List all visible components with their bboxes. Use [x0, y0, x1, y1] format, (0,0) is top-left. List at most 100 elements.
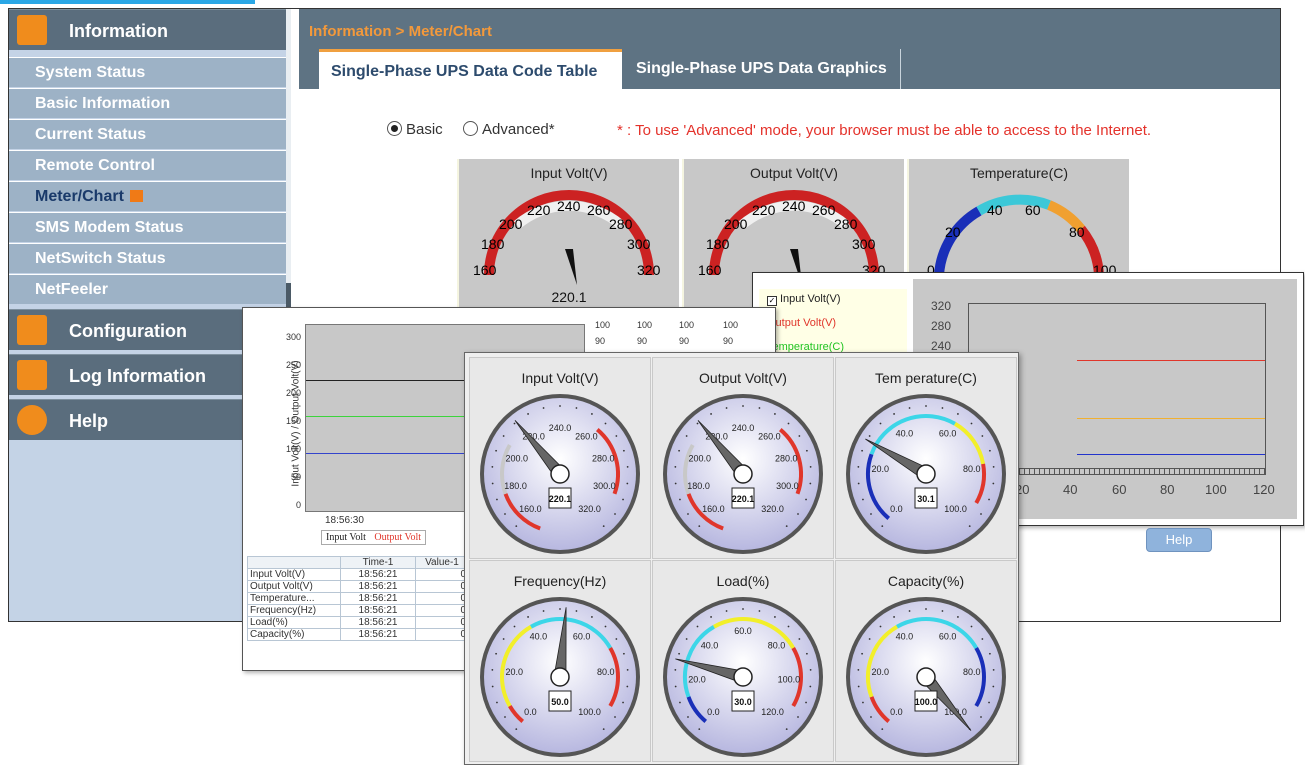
sidebar-item-meter-chart[interactable]: Meter/Chart — [9, 181, 291, 211]
mini-scale-label: 100 — [679, 320, 695, 330]
row-value: 0 — [415, 592, 469, 605]
sidebar-item-current-status[interactable]: Current Status — [9, 119, 291, 149]
gauge-5: Load(%) 0.0 20.0 40.0 60.0 80.0 100.0 120.0 30.… — [652, 560, 834, 762]
meter-tick: 300 — [852, 236, 876, 252]
y-tick: 280 — [931, 319, 952, 333]
legend-item-output-volt[interactable]: Output Volt(V) — [767, 317, 836, 329]
tab-data-code-table[interactable]: Single-Phase UPS Data Code Table — [319, 49, 622, 89]
meter-input-volt: Input Volt(V) 160 180 200 220 240 260 28… — [457, 159, 679, 309]
meter-tick: 260 — [587, 202, 611, 218]
table-row[interactable]: Load(%)18:56:210 — [247, 616, 469, 629]
monitor-icon — [17, 15, 47, 45]
y-tick: 240 — [931, 339, 952, 353]
legend-input-volt: Input Volt — [326, 532, 366, 543]
gauge-title: Output Volt(V) — [699, 370, 787, 386]
y-tick: 250 — [285, 360, 301, 370]
basic-label: Basic — [406, 121, 443, 138]
x-tick: 18:56:30 — [325, 515, 364, 526]
row-time: 18:56:21 — [340, 568, 416, 581]
sidebar-item-basic-information[interactable]: Basic Information — [9, 88, 291, 118]
sidebar-item-netswitch-status[interactable]: NetSwitch Status — [9, 243, 291, 273]
gauge-hub — [550, 464, 570, 484]
legend-label: Input Volt(V) — [780, 293, 841, 305]
meter-tick: 220 — [527, 202, 551, 218]
gauge-scale-label: 100.0 — [944, 504, 967, 514]
table-row[interactable]: Input Volt(V)18:56:210 — [247, 568, 469, 581]
y-tick: 150 — [285, 416, 301, 426]
section-label: Help — [69, 411, 109, 431]
advanced-radio[interactable] — [463, 121, 479, 136]
gauge-scale-label: 80.0 — [597, 667, 615, 677]
row-time: 18:56:21 — [340, 616, 416, 629]
x-tick: 60 — [1112, 482, 1127, 497]
gauge-title: Input Volt(V) — [521, 370, 599, 386]
sidebar-item-sms-modem-status[interactable]: SMS Modem Status — [9, 212, 291, 242]
top-accent-line — [0, 0, 255, 4]
meter-tick: 160 — [698, 262, 722, 278]
row-name: Temperature... — [247, 592, 341, 605]
mini-scale-label: 90 — [637, 336, 648, 346]
help-button[interactable]: Help — [1146, 528, 1212, 552]
sidebar-section-information[interactable]: Information — [9, 9, 291, 50]
gauge-scale-label: 40.0 — [530, 631, 548, 641]
gauge-scale-label: 120.0 — [761, 707, 784, 717]
tab-data-graphics[interactable]: Single-Phase UPS Data Graphics — [624, 49, 901, 89]
legend-output-volt: Output Volt — [374, 532, 422, 543]
x-tick: 100 — [1205, 482, 1227, 497]
gauge-scale-label: 260.0 — [575, 431, 598, 441]
gauge-value: 100.0 — [915, 697, 938, 707]
gauge-hub — [916, 667, 936, 687]
mini-scale-label: 100 — [595, 320, 611, 330]
gauge-hub — [733, 667, 753, 687]
gauge-scale-label: 160.0 — [519, 504, 542, 514]
mini-scale-label: 90 — [723, 336, 734, 346]
gauge-scale-label: 20.0 — [871, 464, 889, 474]
gauge-window: Input Volt(V) 160.0 180.0 200.0 220.0 240.0 2… — [464, 352, 1019, 765]
gauge-hub — [916, 464, 936, 484]
advanced-label: Advanced* — [482, 121, 555, 138]
gauge-scale-label: 180.0 — [504, 481, 527, 491]
table-row[interactable]: Output Volt(V)18:56:210 — [247, 580, 469, 593]
gauge-title: Frequency(Hz) — [513, 573, 607, 589]
meter-tick: 320 — [637, 262, 661, 278]
column-header: Time-1 — [340, 556, 416, 569]
sidebar-item-system-status[interactable]: System Status — [9, 57, 291, 87]
row-value: 0 — [415, 604, 469, 617]
x-tick: 40 — [1063, 482, 1078, 497]
mode-selector: Basic Advanced* — [387, 121, 555, 138]
gauge-scale-label: 180.0 — [687, 481, 710, 491]
row-value: 0 — [415, 628, 469, 641]
gauge-scale-label: 80.0 — [768, 640, 786, 650]
series-line-output — [1077, 360, 1265, 361]
meter-title: Input Volt(V) — [530, 165, 608, 181]
table-row[interactable]: Temperature...18:56:210 — [247, 592, 469, 605]
meter-tick: 160 — [473, 262, 497, 278]
gauge-value: 220.1 — [549, 494, 572, 504]
gauge-scale-label: 300.0 — [776, 481, 799, 491]
gauge-value: 30.1 — [917, 494, 935, 504]
y-tick: 0 — [295, 500, 301, 510]
meter-tick: 180 — [706, 236, 730, 252]
gauge-scale-label: 60.0 — [734, 626, 752, 636]
meter-tick: 80 — [1069, 224, 1085, 240]
gauge-dial: 0.0 20.0 40.0 60.0 80.0 100.0 50.0 — [480, 597, 640, 757]
gauge-scale-label: 40.0 — [896, 428, 914, 438]
meter-tick: 260 — [812, 202, 836, 218]
section-label: Configuration — [69, 321, 187, 341]
checkbox-icon[interactable]: ✓ — [767, 296, 777, 306]
legend-item-input-volt[interactable]: ✓ Input Volt(V) — [767, 293, 841, 306]
meter-tick: 200 — [499, 216, 523, 232]
y-tick: 50 — [290, 472, 301, 482]
sidebar-item-netfeeler[interactable]: NetFeeler — [9, 274, 291, 304]
table-row[interactable]: Frequency(Hz)18:56:210 — [247, 604, 469, 617]
content-header: Information > Meter/Chart Single-Phase U… — [299, 9, 1280, 89]
sidebar-item-remote-control[interactable]: Remote Control — [9, 150, 291, 180]
table-row[interactable]: Capacity(%)18:56:210 — [247, 628, 469, 641]
breadcrumb: Information > Meter/Chart — [309, 23, 492, 40]
sidebar-item-label: Meter/Chart — [35, 188, 124, 205]
legend-label: Output Volt(V) — [767, 317, 837, 329]
line-chart-legend: Input Volt Output Volt — [321, 530, 427, 545]
gauge-dial: 0.0 20.0 40.0 60.0 80.0 100.0 30.1 — [846, 394, 1006, 554]
row-time: 18:56:21 — [340, 592, 416, 605]
basic-radio[interactable] — [387, 121, 402, 136]
